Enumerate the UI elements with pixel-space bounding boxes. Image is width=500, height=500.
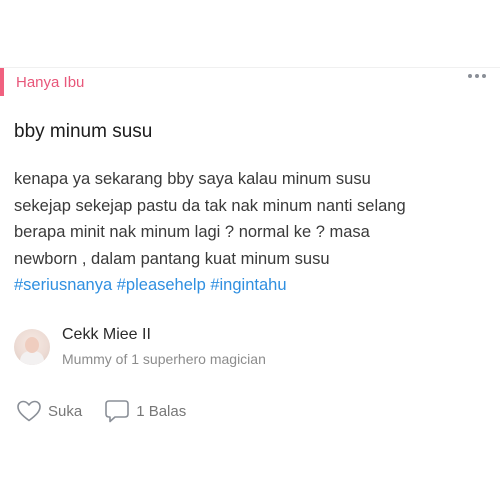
post-body-line: newborn , dalam pantang kuat minum susu xyxy=(14,249,330,268)
author-description: Mummy of 1 superhero magician xyxy=(62,351,266,367)
dot xyxy=(475,74,479,78)
like-label: Suka xyxy=(48,402,83,420)
category-header[interactable]: Hanya Ibu xyxy=(0,68,84,96)
post-title: bby minum susu xyxy=(14,121,153,142)
hashtag-link[interactable]: #seriusnanya xyxy=(14,276,112,294)
reply-button[interactable]: 1 Balas xyxy=(104,398,186,424)
dot xyxy=(482,74,486,78)
post-body-line: kenapa ya sekarang bby saya kalau minum … xyxy=(14,170,371,188)
hashtag-link[interactable]: #pleasehelp xyxy=(117,276,206,294)
author-meta: Cekk Miee II Mummy of 1 superhero magici… xyxy=(62,325,266,369)
avatar-figure xyxy=(20,351,44,365)
heart-icon xyxy=(17,400,41,422)
like-button[interactable]: Suka xyxy=(16,399,82,423)
category-accent-bar xyxy=(0,68,4,96)
post-actions: Suka 1 Balas xyxy=(16,398,186,424)
more-options-icon[interactable] xyxy=(468,74,486,78)
author-row[interactable]: Cekk Miee II Mummy of 1 superhero magici… xyxy=(14,325,266,369)
hashtag-list: #seriusnanya #pleasehelp #ingintahu xyxy=(14,272,484,299)
avatar[interactable] xyxy=(14,329,50,365)
post-body-line: sekejap sekejap pastu da tak nak minum n… xyxy=(14,196,406,215)
post-body-line: berapa minit nak minum lagi ? normal ke … xyxy=(14,223,370,241)
post-card: Hanya Ibu bby minum susu kenapa ya sekar… xyxy=(0,0,500,500)
post-body: kenapa ya sekarang bby saya kalau minum … xyxy=(14,166,484,299)
reply-label: 1 Balas xyxy=(136,402,187,420)
category-label[interactable]: Hanya Ibu xyxy=(16,74,84,91)
avatar-figure xyxy=(25,337,39,353)
dot xyxy=(468,74,472,78)
author-name[interactable]: Cekk Miee II xyxy=(62,325,266,345)
comment-bubble-icon xyxy=(105,400,130,423)
hashtag-link[interactable]: #ingintahu xyxy=(210,276,286,294)
